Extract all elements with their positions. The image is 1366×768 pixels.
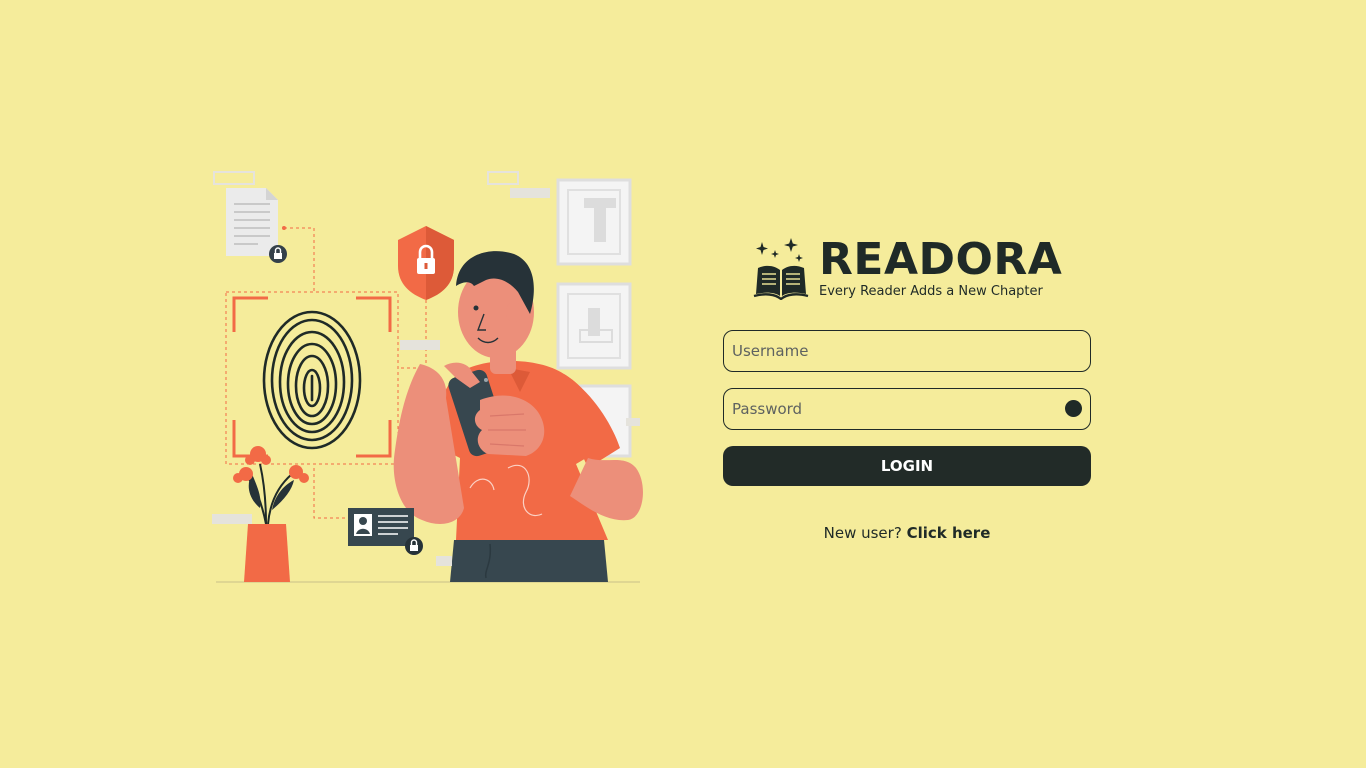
open-book-sparkles-icon (753, 238, 809, 300)
signup-line: New user? Click here (723, 524, 1091, 542)
brand-text: READORA Every Reader Adds a New Chapter (819, 238, 1062, 300)
username-field (723, 330, 1091, 372)
password-field (723, 388, 1091, 430)
username-input[interactable] (724, 331, 1090, 371)
signup-prompt: New user? (823, 524, 907, 542)
person-fingerprint-illustration (212, 171, 643, 583)
brand-header: READORA Every Reader Adds a New Chapter (753, 236, 1091, 302)
password-input[interactable] (724, 389, 1090, 429)
signup-link[interactable]: Click here (907, 524, 991, 542)
brand-tagline: Every Reader Adds a New Chapter (819, 284, 1043, 299)
brand-name: READORA (819, 234, 1063, 285)
login-page: READORA Every Reader Adds a New Chapter … (0, 0, 1366, 768)
login-panel: READORA Every Reader Adds a New Chapter … (723, 236, 1091, 542)
eye-toggle-icon[interactable] (1065, 400, 1082, 417)
security-illustration (208, 168, 648, 588)
login-button[interactable]: LOGIN (723, 446, 1091, 486)
